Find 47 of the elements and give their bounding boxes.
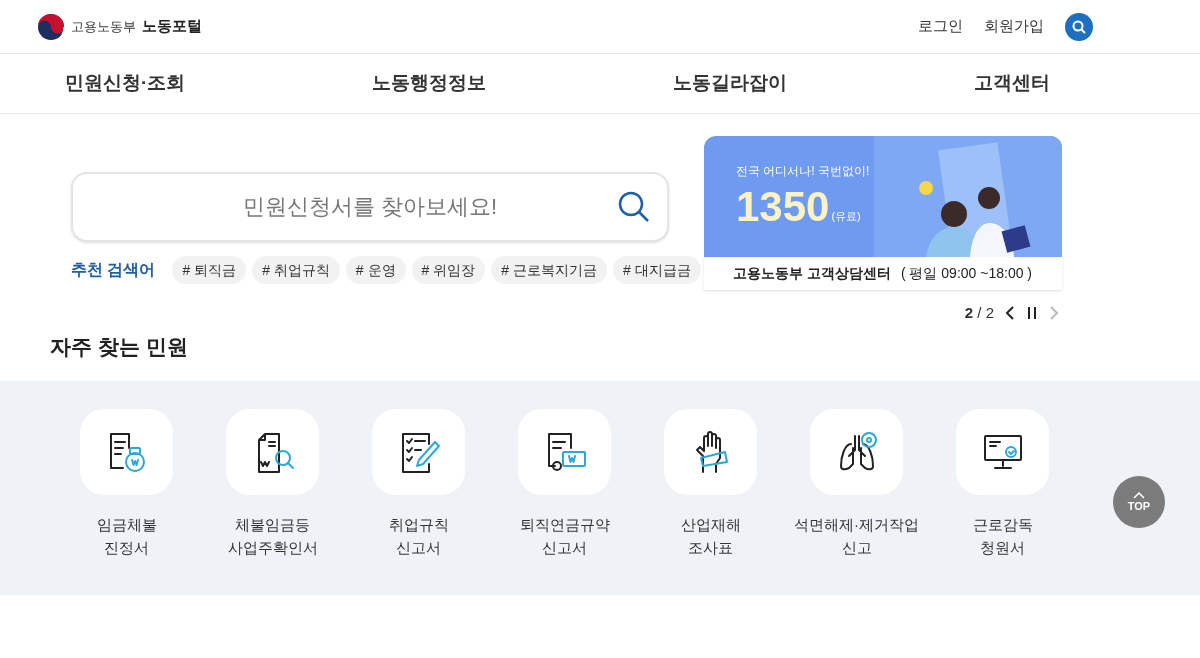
banner-note: (유료): [831, 208, 861, 224]
service-card[interactable]: [664, 408, 757, 495]
chevron-left-icon: [1004, 305, 1016, 322]
service-card[interactable]: [80, 408, 173, 495]
keyword-tag[interactable]: # 취업규칙: [252, 256, 340, 284]
header-link[interactable]: 로그인: [918, 15, 963, 38]
slide-counter: 2 / 2: [964, 303, 994, 323]
pause-icon: [1026, 305, 1038, 322]
ministry-name: 고용노동부: [71, 17, 136, 36]
service-card[interactable]: [810, 408, 903, 495]
search-icon[interactable]: [617, 190, 651, 224]
nav-menu-item[interactable]: 노동길라잡이: [673, 69, 788, 98]
keyword-tag[interactable]: # 위임장: [411, 256, 486, 284]
banner-caption: 고용노동부 고객상담센터: [733, 264, 891, 283]
search-button[interactable]: [1065, 12, 1093, 41]
nav-menu-item[interactable]: 민원신청·조회: [65, 69, 186, 98]
service-card[interactable]: [372, 408, 465, 495]
section-title: 자주 찾는 민원: [50, 333, 188, 360]
service-label[interactable]: 근로감독 청원서: [972, 512, 1033, 559]
pause-button[interactable]: [1026, 305, 1038, 322]
banner-hours: ( 평일 09:00 ~18:00 ): [900, 264, 1033, 283]
chevron-up-icon: [1133, 492, 1145, 499]
service-card[interactable]: [956, 408, 1049, 495]
banner-phone-number: 1350: [736, 184, 830, 230]
previous-button[interactable]: [1004, 305, 1016, 322]
service-label[interactable]: 임금체불 진정서: [96, 512, 157, 559]
service-label[interactable]: 산업재해 조사표: [680, 512, 741, 559]
search-field[interactable]: 민원신청서를 찾아보세요!: [71, 172, 669, 242]
service-label[interactable]: 퇴직연금규약 신고서: [519, 512, 610, 559]
keyword-tag[interactable]: # 운영: [345, 256, 406, 284]
banner-tagline: 전국 어디서나! 국번없이!: [736, 163, 871, 180]
service-label[interactable]: 체불임금등 사업주확인서: [227, 512, 318, 559]
keyword-tag[interactable]: # 근로복지기금: [491, 256, 607, 284]
service-card[interactable]: [226, 408, 319, 495]
nav-menu-item[interactable]: 고객센터: [974, 69, 1050, 98]
service-label[interactable]: 취업규칙 신고서: [388, 512, 449, 559]
chevron-right-icon: [1048, 305, 1060, 322]
portal-name: 노동포털: [142, 16, 202, 37]
header-link[interactable]: 회원가입: [984, 15, 1044, 38]
emblem-logo[interactable]: [37, 12, 65, 41]
service-label[interactable]: 석면해제·제거작업 신고: [794, 512, 919, 559]
recommend-label: 추천 검색어: [71, 260, 156, 280]
service-card[interactable]: [518, 408, 611, 495]
keyword-tag[interactable]: # 퇴직금: [172, 256, 247, 284]
keyword-tag[interactable]: # 대지급금: [612, 256, 701, 284]
nav-menu-item[interactable]: 노동행정정보: [372, 69, 487, 98]
search-icon: [1072, 19, 1086, 34]
